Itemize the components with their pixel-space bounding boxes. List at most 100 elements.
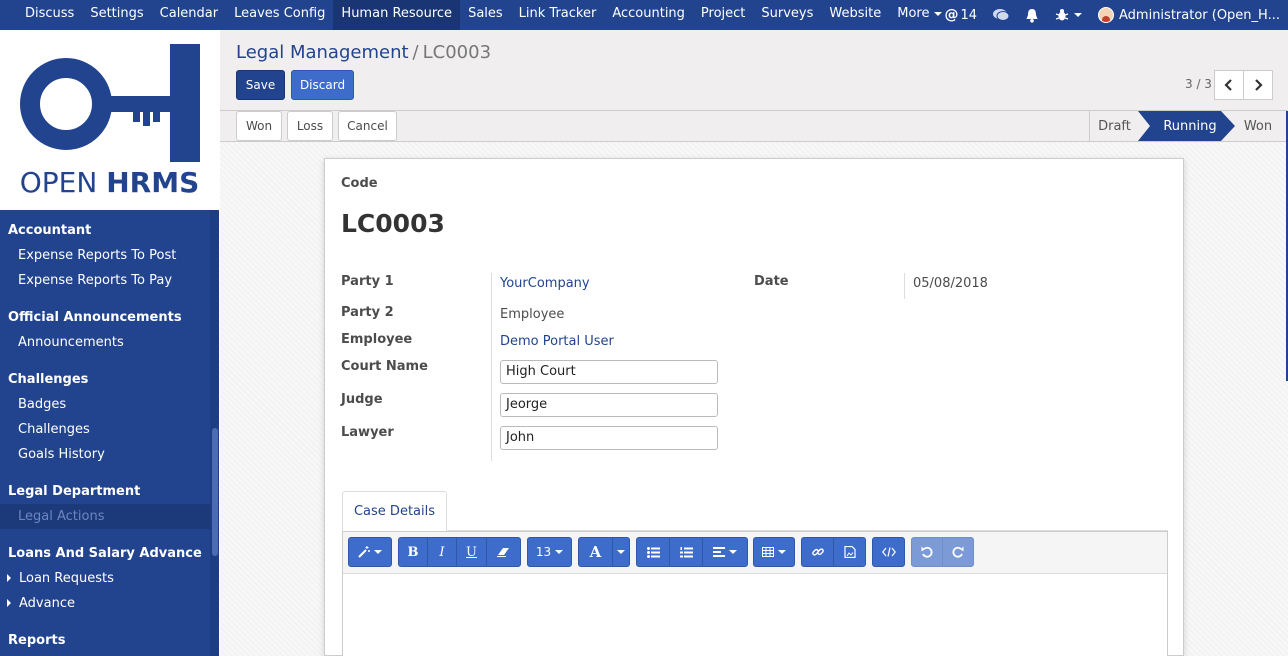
editor-content-area[interactable] [343,574,1167,656]
bold-icon: B [407,544,419,560]
debug-button[interactable] [1047,0,1090,30]
sidebar-item-label: Loan Requests [19,571,114,586]
more-label: More [897,6,930,21]
sidebar: OPEN HRMS Accountant Expense Reports To … [0,30,219,656]
chevron-down-icon [555,550,564,554]
sidebar-section-reports: Reports [8,633,66,648]
menu-website[interactable]: Website [821,0,889,30]
logo[interactable]: OPEN HRMS [0,30,219,210]
font-color-icon: A [589,543,602,561]
link-button[interactable] [801,537,834,567]
sidebar-menu: Accountant Expense Reports To Post Expen… [0,210,210,656]
italic-button[interactable]: I [427,537,457,567]
stage-draft[interactable]: Draft [1089,111,1139,141]
employee-value[interactable]: Demo Portal User [500,334,614,349]
sidebar-item-announcements[interactable]: Announcements [0,330,210,355]
sidebar-section-legal-department: Legal Department [8,484,141,499]
menu-leaves-config[interactable]: Leaves Config [226,0,333,30]
caret-right-icon [7,574,11,582]
lawyer-input[interactable]: John [500,426,718,450]
underline-button[interactable]: U [456,537,487,567]
stage-running[interactable]: Running [1152,111,1228,141]
paragraph-align-button[interactable] [702,537,748,567]
undo-icon [921,546,933,558]
sidebar-item-advance[interactable]: Advance [0,591,210,616]
menu-settings[interactable]: Settings [82,0,151,30]
sidebar-item-loan-requests[interactable]: Loan Requests [0,566,210,591]
sidebar-item-label: Advance [19,596,75,611]
magic-wand-icon [358,546,370,558]
judge-input[interactable]: Jeorge [500,393,718,417]
sidebar-item-expense-reports-to-pay[interactable]: Expense Reports To Pay [0,268,210,293]
code-icon [881,547,896,557]
menu-project[interactable]: Project [693,0,753,30]
sidebar-item-badges[interactable]: Badges [0,392,210,417]
menu-accounting[interactable]: Accounting [604,0,693,30]
party2-value[interactable]: Employee [500,307,564,322]
unordered-list-button[interactable] [636,537,670,567]
notifications-button[interactable] [1017,0,1047,30]
discard-button[interactable]: Discard [291,70,354,100]
court-name-input[interactable]: High Court [500,360,718,384]
font-color-button[interactable]: A [578,537,613,567]
table-button[interactable] [753,537,795,567]
code-label: Code [341,176,378,191]
mentions-button[interactable]: @14 [936,0,985,30]
redo-button[interactable] [942,537,974,567]
undo-button[interactable] [911,537,943,567]
sidebar-item-expense-reports-to-post[interactable]: Expense Reports To Post [0,243,210,268]
menu-sales[interactable]: Sales [460,0,511,30]
code-view-button[interactable] [872,537,905,567]
sidebar-section-challenges: Challenges [8,372,89,387]
breadcrumb: Legal Management / LC0003 [236,42,491,63]
pager-value: 3 / 3 [1185,77,1212,91]
font-color-dropdown[interactable] [612,537,630,567]
sidebar-scroll-thumb[interactable] [212,428,218,556]
judge-label: Judge [341,392,383,407]
stage-won[interactable]: Won [1238,111,1278,141]
save-button[interactable]: Save [236,70,285,100]
image-button[interactable] [833,537,866,567]
table-icon [762,547,774,557]
eraser-icon [497,548,509,557]
sidebar-section-loans-and-salary-advance: Loans And Salary Advance [8,546,202,561]
style-button[interactable] [348,537,392,567]
won-button[interactable]: Won [236,111,282,141]
italic-icon: I [439,544,445,560]
caret-right-icon [7,599,11,607]
sidebar-item-legal-actions[interactable]: Legal Actions [0,504,210,529]
image-icon [843,546,856,558]
font-size-button[interactable]: 13 [527,537,572,567]
open-hrms-logo-icon [20,44,200,162]
breadcrumb-parent[interactable]: Legal Management [236,42,409,63]
menu-discuss[interactable]: Discuss [17,0,82,30]
user-menu[interactable]: Administrator (Open_H... [1090,0,1288,30]
ordered-list-button[interactable] [669,537,703,567]
case-details-editor: B I U 13 A [342,531,1168,656]
sidebar-item-goals-history[interactable]: Goals History [0,442,210,467]
sidebar-item-challenges[interactable]: Challenges [0,417,210,442]
loss-button[interactable]: Loss [287,111,333,141]
date-value[interactable]: 05/08/2018 [913,276,988,291]
party1-value[interactable]: YourCompany [500,276,590,291]
code-value: LC0003 [341,209,445,238]
top-navbar: Discuss Settings Calendar Leaves Config … [0,0,1288,30]
bell-icon [1026,8,1038,23]
menu-calendar[interactable]: Calendar [152,0,226,30]
chevron-down-icon [374,550,382,554]
pager-previous-button[interactable] [1214,70,1244,100]
menu-link-tracker[interactable]: Link Tracker [511,0,605,30]
chevron-down-icon [1074,13,1082,17]
cancel-button[interactable]: Cancel [338,111,397,141]
chat-button[interactable] [985,0,1017,30]
list-ul-icon [646,546,660,558]
clear-format-button[interactable] [486,537,521,567]
menu-human-resource[interactable]: Human Resource [333,0,461,30]
court-name-label: Court Name [341,359,428,374]
breadcrumb-separator: / [412,42,419,63]
menu-surveys[interactable]: Surveys [753,0,821,30]
at-icon: @ [944,7,959,23]
bold-button[interactable]: B [398,537,428,567]
tab-case-details[interactable]: Case Details [342,491,447,531]
pager-next-button[interactable] [1243,70,1273,100]
